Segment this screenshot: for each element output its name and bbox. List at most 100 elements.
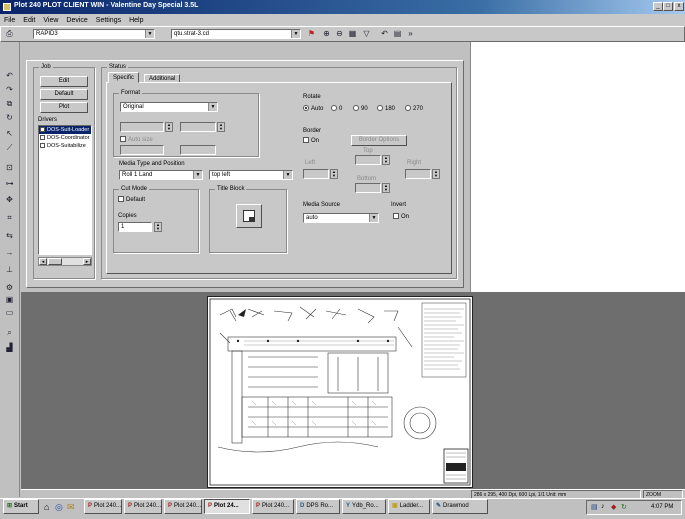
edit-button[interactable]: Edit — [40, 76, 88, 87]
rotate-270[interactable]: 270 — [405, 105, 423, 113]
cut-default-option[interactable]: Default — [118, 196, 145, 204]
scroll-right-icon[interactable]: ▸ — [83, 258, 91, 265]
chevron-down-icon[interactable]: ▼ — [208, 103, 217, 111]
scroll-left-icon[interactable]: ◂ — [39, 258, 47, 265]
chevron-down-icon[interactable]: ▼ — [145, 30, 154, 38]
list-item[interactable]: DOS-Suit-Loader — [39, 126, 91, 134]
antivirus-icon[interactable]: ◆ — [611, 503, 616, 511]
table-icon[interactable]: ▤ — [392, 28, 403, 39]
copies-spinner-icon[interactable]: ▲ ▼ — [154, 222, 162, 232]
redo-icon[interactable]: ↷ — [4, 84, 15, 95]
invert-on-option[interactable]: On — [393, 213, 409, 221]
quick-launch-icon[interactable]: ⌂ — [44, 502, 49, 512]
file-select[interactable]: qtu.strat-3.cd ▼ — [171, 29, 301, 39]
checkbox[interactable] — [40, 135, 45, 141]
maximize-button[interactable]: □ — [663, 2, 673, 11]
window-icon[interactable]: ▭ — [4, 307, 15, 318]
measure-icon[interactable]: ⊶ — [4, 178, 15, 189]
tab-specific[interactable]: Specific — [108, 72, 140, 83]
list-item[interactable]: DOS-Suitabilize — [39, 142, 91, 150]
scroll-thumb[interactable] — [48, 258, 62, 265]
taskbar-item-plot-2[interactable]: P Plot 240... — [124, 499, 162, 514]
taskbar-item-plot-5[interactable]: P Plot 240... — [252, 499, 294, 514]
taskbar-item-dps[interactable]: D DPS Ro... — [296, 499, 340, 514]
flag-icon[interactable]: ⚑ — [306, 28, 317, 39]
menu-settings[interactable]: Settings — [96, 17, 121, 24]
forward-icon[interactable]: » — [405, 28, 416, 39]
undo-icon[interactable]: ↶ — [379, 28, 390, 39]
browser-icon[interactable]: ◎ — [55, 502, 63, 513]
outlook-icon[interactable]: ✉ — [67, 502, 75, 513]
radio-icon[interactable] — [353, 105, 359, 112]
taskbar-item-plot-active[interactable]: P Plot 24... — [204, 499, 250, 514]
chevron-down-icon[interactable]: ▼ — [369, 214, 378, 222]
title-block-button[interactable] — [236, 204, 262, 228]
grid-icon[interactable]: ▦ — [347, 28, 358, 39]
plot-icon: P — [128, 503, 133, 509]
checkbox-icon[interactable] — [303, 137, 309, 144]
ruler-icon[interactable]: ⊥ — [4, 264, 15, 275]
menu-view[interactable]: View — [43, 17, 58, 24]
settings-icon[interactable]: ⚙ — [4, 282, 15, 293]
menu-edit[interactable]: Edit — [23, 17, 35, 24]
chevron-down-icon[interactable]: ▼ — [291, 30, 300, 38]
rotate-icon[interactable]: ↻ — [4, 112, 15, 123]
printer-select[interactable]: RAPID3 ▼ — [33, 29, 155, 39]
pointer-icon[interactable]: ↖ — [4, 128, 15, 139]
rotate-0[interactable]: 0 — [331, 105, 342, 113]
radio-icon[interactable] — [377, 105, 383, 112]
pan-icon[interactable]: ✥ — [4, 194, 15, 205]
drivers-list[interactable]: DOS-Suit-Loader DOS-Coordinator DOS-Suit… — [38, 125, 92, 255]
chart-icon[interactable]: ▟ — [4, 342, 15, 353]
plot-button[interactable]: Plot — [40, 102, 88, 113]
checkbox[interactable] — [40, 127, 45, 133]
printer-icon[interactable]: ⎙ — [4, 28, 15, 39]
list-item[interactable]: DOS-Coordinator — [39, 134, 91, 142]
sync-icon[interactable]: ↻ — [621, 503, 627, 511]
rotate-auto[interactable]: Auto — [303, 105, 323, 113]
checkbox-icon[interactable] — [118, 196, 124, 203]
filter-icon[interactable]: ▽ — [361, 28, 372, 39]
start-button[interactable]: ⊞ Start — [3, 499, 39, 514]
copies-field[interactable]: 1 — [118, 222, 152, 232]
taskbar-item-plot-1[interactable]: P Plot 240... — [84, 499, 122, 514]
media-type-select[interactable]: Roll 1 Land ▼ — [119, 170, 203, 180]
menu-device[interactable]: Device — [66, 17, 87, 24]
frame-icon[interactable]: ⊡ — [4, 162, 15, 173]
list-scrollbar[interactable]: ◂ ▸ — [38, 257, 92, 266]
page-icon[interactable]: ▣ — [4, 294, 15, 305]
zoom-icon[interactable]: ⌕ — [4, 327, 15, 338]
undo-icon[interactable]: ↶ — [4, 70, 15, 81]
arrow-icon[interactable]: → — [4, 247, 15, 258]
taskbar-item-ladder[interactable]: ▣ Ladder... — [388, 499, 430, 514]
media-position-select[interactable]: top left ▼ — [209, 170, 293, 180]
move-icon[interactable]: ⇆ — [4, 230, 15, 241]
radio-icon[interactable] — [303, 105, 309, 112]
radio-icon[interactable] — [405, 105, 411, 112]
line-icon[interactable]: ⟋ — [4, 142, 15, 153]
radio-icon[interactable] — [331, 105, 337, 112]
checkbox-icon[interactable] — [393, 213, 399, 220]
rotate-180[interactable]: 180 — [377, 105, 395, 113]
chevron-down-icon[interactable]: ▼ — [193, 171, 202, 179]
volume-icon[interactable]: ♪ — [601, 503, 605, 510]
zoom-in-icon[interactable]: ⊕ — [321, 28, 332, 39]
crop-icon[interactable]: ⌗ — [4, 212, 15, 223]
chevron-down-icon[interactable]: ▼ — [283, 171, 292, 179]
media-source-select[interactable]: auto ▼ — [303, 213, 379, 223]
taskbar-item-ydb[interactable]: Y Ydb_Ro... — [342, 499, 386, 514]
taskbar-item-drawmod[interactable]: ✎ Drawmod — [432, 499, 488, 514]
rotate-90[interactable]: 90 — [353, 105, 368, 113]
menu-help[interactable]: Help — [129, 17, 143, 24]
zoom-out-icon[interactable]: ⊖ — [334, 28, 345, 39]
menu-file[interactable]: File — [4, 17, 15, 24]
format-select[interactable]: Original ▼ — [120, 102, 218, 112]
checkbox[interactable] — [40, 143, 45, 149]
taskbar-item-plot-3[interactable]: P Plot 240... — [164, 499, 202, 514]
border-on-option[interactable]: On — [303, 137, 319, 145]
close-button[interactable]: x — [674, 2, 684, 11]
network-icon[interactable]: ▤ — [591, 503, 598, 511]
copy-icon[interactable]: ⧉ — [4, 98, 15, 109]
minimize-button[interactable]: _ — [653, 2, 663, 11]
default-button[interactable]: Default — [40, 89, 88, 100]
